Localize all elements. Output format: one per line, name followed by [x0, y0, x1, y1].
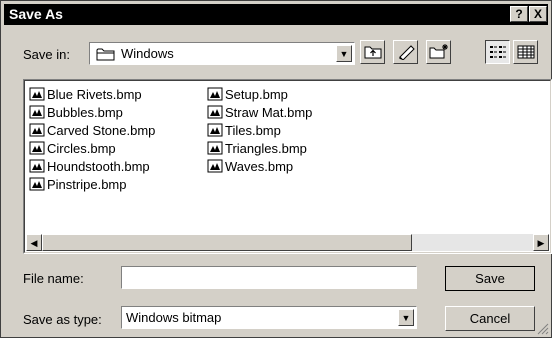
title-bar[interactable]: Save As ? X [4, 4, 548, 25]
bitmap-file-icon [29, 141, 45, 155]
save-as-type-value: Windows bitmap [126, 310, 222, 325]
help-button[interactable]: ? [510, 6, 528, 22]
file-item-pinstripe[interactable]: Pinstripe.bmp [29, 175, 155, 193]
bitmap-file-icon [207, 105, 223, 119]
file-name-label: Straw Mat.bmp [225, 104, 313, 120]
scroll-right-button[interactable]: ▶ [533, 234, 549, 251]
up-one-level-button[interactable] [360, 40, 385, 64]
resize-grip-icon[interactable] [537, 323, 549, 335]
file-item-straw-mat[interactable]: Straw Mat.bmp [207, 103, 312, 121]
save-button[interactable]: Save [445, 266, 535, 291]
horizontal-scrollbar[interactable]: ◀ ▶ [26, 234, 549, 251]
bitmap-file-icon [207, 141, 223, 155]
file-name-label: Tiles.bmp [225, 122, 281, 138]
save-in-value: Windows [121, 46, 174, 61]
file-item-triangles[interactable]: Triangles.bmp [207, 139, 312, 157]
file-name-label: Waves.bmp [225, 158, 294, 174]
save-in-label: Save in: [23, 47, 70, 62]
file-column-1: Blue Rivets.bmp Bubbles.bmp Carved Stone… [29, 85, 155, 193]
folder-icon [96, 48, 115, 61]
bitmap-file-icon [207, 123, 223, 137]
file-name-label: Houndstooth.bmp [47, 158, 150, 174]
bitmap-file-icon [29, 159, 45, 173]
details-view-icon [517, 45, 534, 59]
bitmap-file-icon [29, 177, 45, 191]
up-folder-icon [364, 46, 381, 59]
file-item-blue-rivets[interactable]: Blue Rivets.bmp [29, 85, 155, 103]
save-in-dropdown[interactable]: Windows ▼ [89, 42, 355, 65]
file-name-label: Carved Stone.bmp [47, 122, 156, 138]
file-name-label: Circles.bmp [47, 140, 116, 156]
scroll-thumb[interactable] [42, 234, 412, 251]
file-item-tiles[interactable]: Tiles.bmp [207, 121, 312, 139]
file-item-bubbles[interactable]: Bubbles.bmp [29, 103, 155, 121]
save-in-dropdown-arrow[interactable]: ▼ [336, 45, 352, 62]
save-as-type-dropdown-arrow[interactable]: ▼ [398, 309, 414, 326]
file-name-label: Pinstripe.bmp [47, 176, 127, 192]
scroll-left-button[interactable]: ◀ [26, 234, 42, 251]
file-name-label: File name: [23, 271, 84, 286]
file-list[interactable]: Blue Rivets.bmp Bubbles.bmp Carved Stone… [23, 79, 552, 254]
file-name-label: Blue Rivets.bmp [47, 86, 142, 102]
window-title: Save As [9, 6, 63, 22]
file-column-2: Setup.bmp Straw Mat.bmp Tiles.bmp Triang… [207, 85, 312, 175]
save-as-type-label: Save as type: [23, 312, 102, 327]
list-view-button[interactable] [485, 40, 510, 64]
desktop-icon [398, 45, 415, 61]
file-item-houndstooth[interactable]: Houndstooth.bmp [29, 157, 155, 175]
file-name-label: Bubbles.bmp [47, 104, 123, 120]
save-as-dialog: Save As ? X Save in: Windows ▼ Blue Rive… [0, 0, 552, 338]
save-as-type-dropdown[interactable]: Windows bitmap ▼ [121, 306, 417, 329]
bitmap-file-icon [207, 159, 223, 173]
file-name-input[interactable] [121, 266, 417, 289]
bitmap-file-icon [29, 105, 45, 119]
new-folder-button[interactable] [426, 40, 451, 64]
new-folder-icon [429, 44, 448, 59]
file-item-circles[interactable]: Circles.bmp [29, 139, 155, 157]
details-view-button[interactable] [513, 40, 538, 64]
cancel-button[interactable]: Cancel [445, 306, 535, 331]
bitmap-file-icon [207, 87, 223, 101]
file-item-setup[interactable]: Setup.bmp [207, 85, 312, 103]
file-name-label: Setup.bmp [225, 86, 288, 102]
bitmap-file-icon [29, 87, 45, 101]
file-item-waves[interactable]: Waves.bmp [207, 157, 312, 175]
list-view-icon [489, 46, 506, 58]
close-button[interactable]: X [529, 6, 547, 22]
file-item-carved-stone[interactable]: Carved Stone.bmp [29, 121, 155, 139]
desktop-button[interactable] [393, 40, 418, 64]
file-name-label: Triangles.bmp [225, 140, 307, 156]
bitmap-file-icon [29, 123, 45, 137]
